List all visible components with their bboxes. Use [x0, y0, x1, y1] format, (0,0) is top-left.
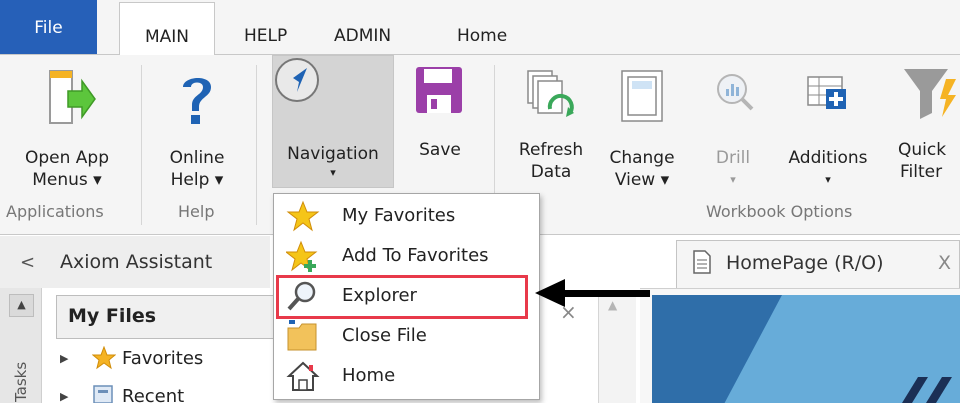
open-app-icon — [49, 70, 96, 124]
document-tab-title: HomePage (R/O) — [726, 252, 884, 274]
online-help-label-2: Help ▾ — [170, 170, 224, 190]
additions-button[interactable]: Additions ▾ — [776, 59, 880, 194]
refresh-data-label-2: Data — [530, 162, 572, 182]
expand-arrow-icon[interactable]: ▶ — [60, 390, 68, 403]
expand-arrow-icon[interactable]: ▶ — [60, 352, 68, 365]
tab-admin[interactable]: ADMIN — [334, 26, 391, 46]
funnel-filter-icon — [904, 69, 956, 119]
scroll-up-arrow-icon[interactable]: ▲ — [608, 298, 617, 312]
quick-filter-label-1: Quick — [898, 140, 947, 160]
quick-filter-button[interactable]: Quick Filter — [890, 59, 960, 194]
star-icon — [286, 200, 320, 232]
tree-item-recent[interactable]: Recent — [122, 386, 184, 403]
compass-navigation-icon — [275, 58, 319, 102]
add-table-icon — [807, 76, 846, 109]
annotation-arrow-shaft — [562, 290, 650, 297]
online-help-button[interactable]: Online Help ▾ — [153, 59, 241, 194]
drill-label: Drill — [715, 148, 751, 168]
change-view-button[interactable]: Change View ▾ — [598, 59, 686, 194]
ribbon-separator — [256, 65, 257, 225]
tab-help[interactable]: HELP — [244, 26, 287, 46]
group-label-workbook-options: Workbook Options — [706, 202, 853, 221]
ribbon-separator — [141, 65, 142, 225]
additions-label: Additions — [788, 148, 868, 168]
refresh-data-button[interactable]: Refresh Data — [508, 59, 594, 194]
navigation-caret: ▾ — [330, 166, 336, 179]
menu-item-my-favorites[interactable]: My Favorites — [274, 196, 539, 236]
open-app-menus-label-1: Open App — [24, 148, 110, 168]
save-disk-icon — [416, 67, 462, 113]
menu-item-add-to-favorites[interactable]: Add To Favorites — [274, 236, 539, 276]
house-icon — [286, 361, 320, 391]
open-app-menus-label-2: Menus ▾ — [32, 170, 102, 190]
refresh-data-icon — [527, 70, 574, 117]
menu-item-close-file[interactable]: Close File — [274, 316, 539, 356]
my-files-title: My Files — [68, 305, 157, 327]
explorer-highlight-box — [276, 275, 528, 319]
tree-item-favorites[interactable]: Favorites — [122, 348, 203, 369]
menu-item-label: Home — [342, 365, 396, 386]
add-star-icon — [286, 240, 318, 272]
change-view-label-1: Change — [609, 148, 675, 168]
folder-icon — [287, 320, 317, 351]
change-view-icon — [621, 70, 663, 122]
ribbon-tab-bar: File MAIN HELP ADMIN Home — [0, 0, 960, 56]
tab-main[interactable]: MAIN — [119, 2, 215, 56]
collapse-assistant-chevron-icon[interactable]: < — [20, 252, 35, 273]
scroll-up-arrow-icon[interactable]: ▲ — [9, 294, 34, 317]
menu-item-home[interactable]: Home — [274, 356, 539, 396]
drill-magnifier-icon — [717, 74, 754, 111]
document-tab-close-icon[interactable]: X — [938, 252, 951, 274]
refresh-data-label-1: Refresh — [518, 140, 584, 160]
vertical-tab-tasks[interactable]: Tasks — [12, 362, 30, 402]
open-app-menus-button[interactable]: Open App Menus ▾ — [8, 59, 126, 194]
navigation-button[interactable]: Navigation ▾ — [272, 55, 394, 188]
menu-item-label: Close File — [342, 325, 427, 346]
document-page-icon — [693, 250, 711, 274]
change-view-label-2: View ▾ — [614, 170, 670, 190]
recent-files-icon — [93, 385, 113, 403]
menu-item-label: Add To Favorites — [342, 245, 489, 266]
save-button[interactable]: Save — [402, 59, 478, 194]
additions-caret: ▾ — [825, 173, 831, 186]
quick-filter-label-2: Filter — [900, 162, 943, 182]
banner-logo-fragment — [902, 377, 952, 403]
annotation-arrow-head-icon — [535, 279, 565, 307]
assistant-title: Axiom Assistant — [60, 251, 213, 273]
drill-button[interactable]: Drill ▾ — [698, 59, 768, 194]
navigation-label: Navigation — [287, 144, 379, 164]
group-label-applications: Applications — [6, 202, 104, 221]
tab-file[interactable]: File — [0, 0, 97, 54]
question-mark-icon — [183, 77, 211, 124]
tab-home[interactable]: Home — [457, 26, 507, 46]
drill-caret: ▾ — [730, 173, 736, 186]
homepage-banner-image — [652, 295, 960, 403]
online-help-label-1: Online — [169, 148, 225, 168]
save-label: Save — [419, 140, 461, 160]
menu-item-label: My Favorites — [342, 205, 456, 226]
group-label-help: Help — [178, 202, 215, 221]
favorites-star-icon — [92, 346, 116, 370]
